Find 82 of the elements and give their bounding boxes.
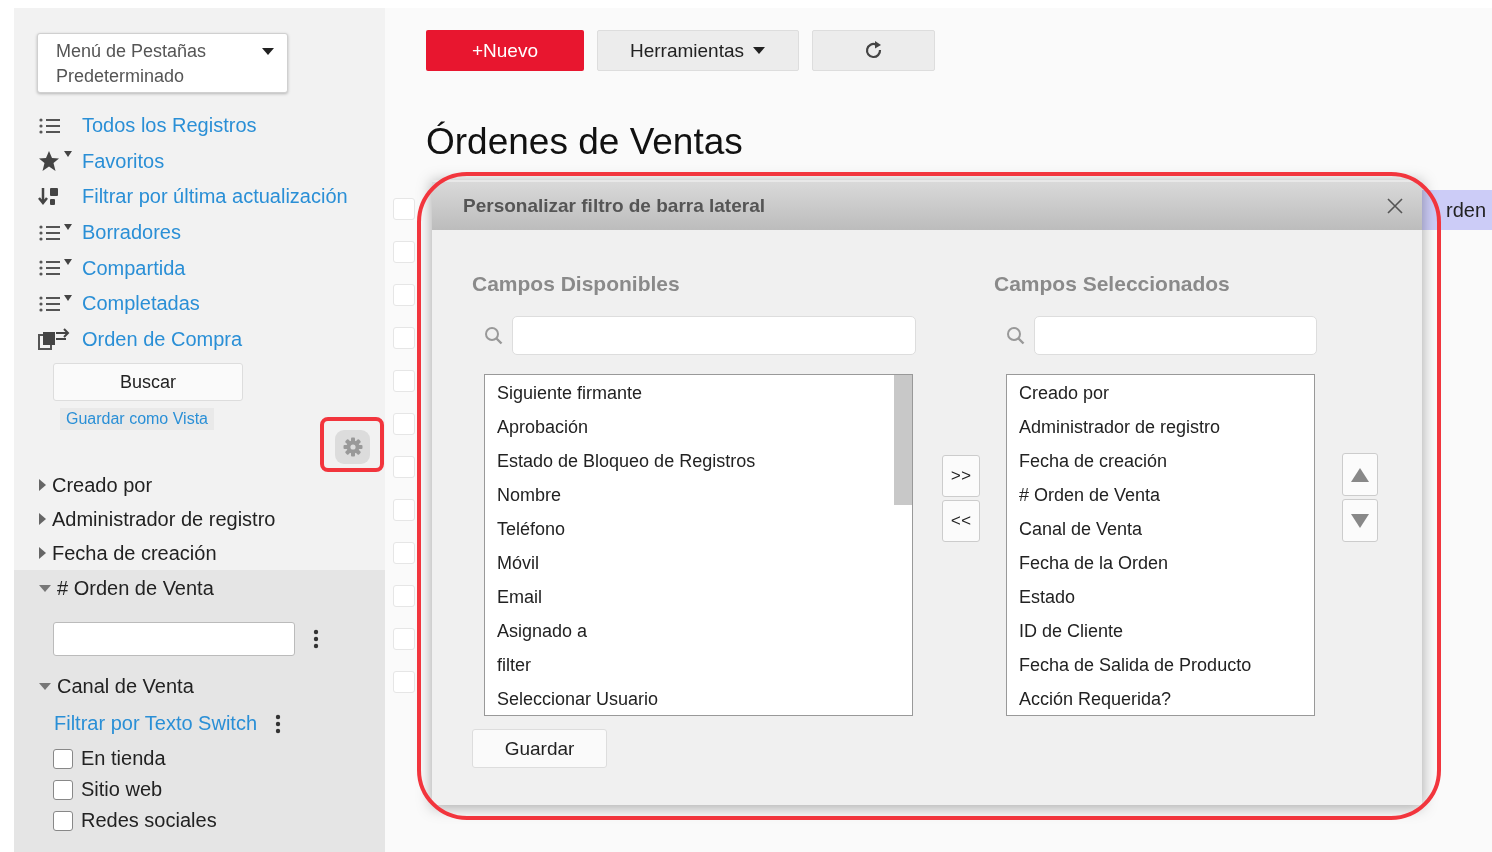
filtered-list-icon <box>38 293 74 314</box>
caret-icon <box>752 46 766 55</box>
move-down-button[interactable] <box>1342 499 1378 542</box>
field-option[interactable]: Móvil <box>485 546 893 580</box>
field-option[interactable]: filter <box>485 648 893 682</box>
row-checkbox[interactable] <box>393 284 415 306</box>
field-option[interactable]: ID de Cliente <box>1007 614 1314 648</box>
field-option[interactable]: Estado <box>1007 580 1314 614</box>
filter-header[interactable]: Canal de Venta <box>14 668 385 705</box>
field-option[interactable]: Teléfono <box>485 512 893 546</box>
caret-icon <box>38 512 47 527</box>
star-filter-icon <box>38 150 74 173</box>
transfer-icon <box>38 327 72 352</box>
option-label: En tienda <box>81 747 166 771</box>
page-title: Órdenes de Ventas <box>426 121 744 163</box>
row-checkbox[interactable] <box>393 198 415 220</box>
column-heading: Campos Seleccionados <box>994 272 1231 297</box>
row-checkbox[interactable] <box>393 671 415 693</box>
tab-menu-dropdown[interactable]: Menú de Pestañas Predeterminado <box>37 33 288 93</box>
checkbox[interactable] <box>53 779 73 800</box>
row-checkbox[interactable] <box>393 413 415 435</box>
option-label: Redes sociales <box>81 809 217 833</box>
field-option[interactable]: Fecha de creación <box>1007 444 1314 478</box>
move-up-button[interactable] <box>1342 453 1378 496</box>
field-option[interactable]: Administrador de registro <box>1007 410 1314 444</box>
remove-button[interactable]: << <box>942 500 980 542</box>
field-option[interactable]: Fecha de Salida de Producto <box>1007 648 1314 682</box>
row-checkbox[interactable] <box>393 327 415 349</box>
search-icon <box>1006 325 1026 346</box>
field-option[interactable]: Asignado a <box>485 614 893 648</box>
field-option[interactable]: Creado por <box>1007 376 1314 410</box>
checkbox[interactable] <box>53 748 73 769</box>
filter-header[interactable]: Creado por <box>14 468 385 503</box>
up-triangle-icon <box>1350 466 1370 483</box>
column-header: rden <box>1420 190 1492 230</box>
row-checkbox[interactable] <box>393 456 415 478</box>
row-checkbox[interactable] <box>393 542 415 564</box>
checkbox[interactable] <box>53 810 73 831</box>
filter-header[interactable]: Administrador de registro <box>14 502 385 537</box>
field-option[interactable]: Aprobación <box>485 410 893 444</box>
field-option[interactable]: Email <box>485 580 893 614</box>
dialog-title: Personalizar filtro de barra lateral <box>463 195 765 217</box>
close-button[interactable] <box>1386 197 1404 215</box>
down-triangle-icon <box>1350 512 1370 529</box>
more-options-icon <box>275 713 282 734</box>
save-button[interactable]: Guardar <box>472 729 607 768</box>
field-option[interactable]: Acción Requerida? <box>1007 682 1314 716</box>
settings-button[interactable] <box>335 430 370 465</box>
caret-icon <box>38 583 52 593</box>
field-option[interactable]: Nombre <box>485 478 893 512</box>
new-button[interactable]: +Nuevo <box>426 30 584 71</box>
row-checkbox[interactable] <box>393 499 415 521</box>
filter-input[interactable] <box>53 622 295 657</box>
field-option[interactable]: # Orden de Venta <box>1007 478 1314 512</box>
refresh-icon <box>863 40 884 61</box>
caret-icon <box>38 546 47 561</box>
close-icon <box>1386 197 1404 215</box>
search-icon <box>484 325 504 346</box>
row-checkbox[interactable] <box>393 370 415 392</box>
scrollbar[interactable] <box>894 375 912 505</box>
add-button[interactable]: >> <box>942 455 980 497</box>
search-field[interactable] <box>1034 316 1317 355</box>
filtered-list-icon <box>38 222 74 243</box>
search-field[interactable] <box>512 316 916 355</box>
row-checkbox[interactable] <box>393 585 415 607</box>
option-label: Sitio web <box>81 778 163 802</box>
field-option[interactable]: Estado de Bloqueo de Registros <box>485 444 893 478</box>
column-heading: Campos Disponibles <box>472 272 681 297</box>
row-checkbox[interactable] <box>393 241 415 263</box>
row-checkbox[interactable] <box>393 628 415 650</box>
caret-icon <box>261 47 275 56</box>
filter-header[interactable]: Fecha de creación <box>14 536 385 571</box>
field-option[interactable]: Fecha de la Orden <box>1007 546 1314 580</box>
caret-icon <box>38 478 47 493</box>
field-option[interactable]: Siguiente firmante <box>485 376 893 410</box>
field-option[interactable]: Canal de Venta <box>1007 512 1314 546</box>
caret-icon <box>38 681 52 691</box>
refresh-button[interactable] <box>812 30 935 71</box>
field-option[interactable]: Seleccionar Usuario <box>485 682 893 716</box>
more-options-icon <box>313 629 319 650</box>
tools-button[interactable]: Herramientas <box>597 30 799 71</box>
search-button[interactable]: Buscar <box>53 363 243 402</box>
